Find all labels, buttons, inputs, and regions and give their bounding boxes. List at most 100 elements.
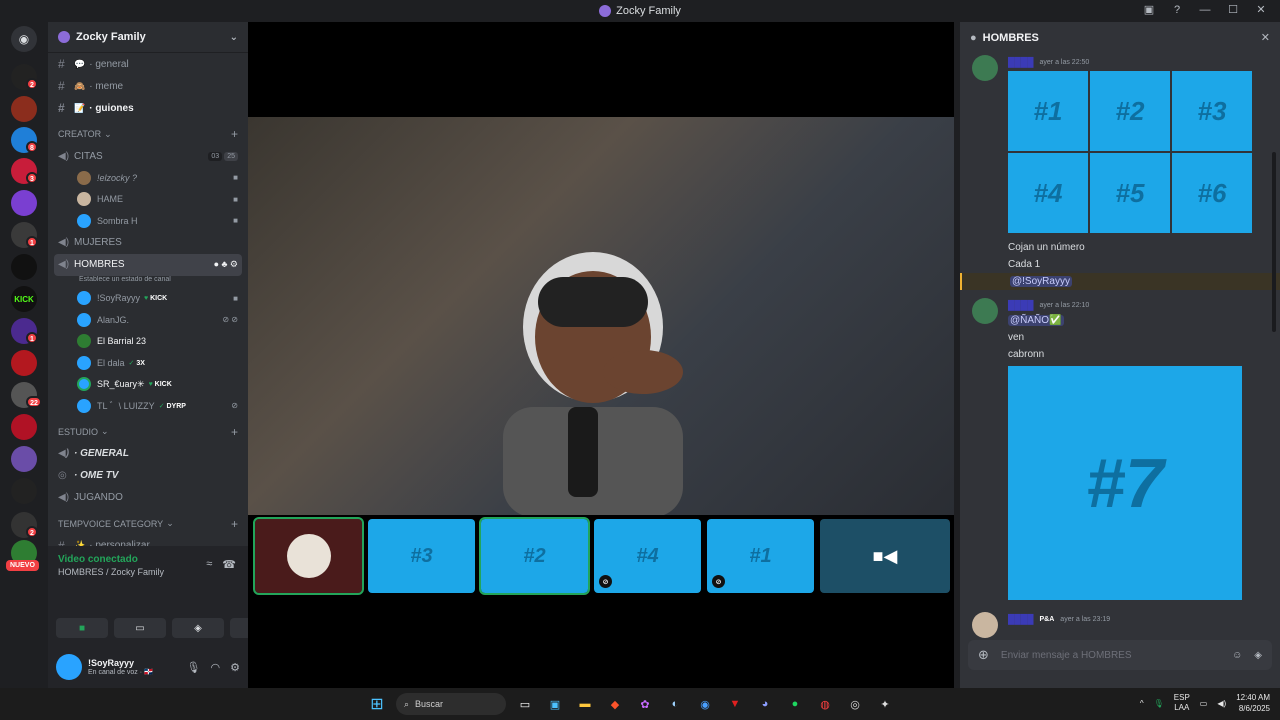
camera-button[interactable]: ■ xyxy=(56,618,108,638)
attachment-image[interactable]: #6 xyxy=(1172,153,1252,233)
main-video-feed[interactable] xyxy=(248,117,954,515)
noise-suppression-icon[interactable]: ≈ xyxy=(206,558,212,571)
maximize-button[interactable]: ☐ xyxy=(1226,3,1240,16)
headphones-icon[interactable]: ◠ xyxy=(211,661,221,674)
voice-user[interactable]: !SoyRayyy ♥ KICK ■ xyxy=(48,288,248,310)
server-icon[interactable] xyxy=(11,190,37,216)
voice-user[interactable]: SR_€uary✳ ♥ KICK xyxy=(48,374,248,396)
category-tempvoice[interactable]: TEMPVOICE CATEGORY ⌄ + xyxy=(48,513,248,535)
activities-button[interactable]: ◈ xyxy=(172,618,224,638)
attachment-image[interactable]: #7 xyxy=(1008,366,1242,600)
text-channel[interactable]: # 💬 · general xyxy=(48,53,248,75)
attachment-image[interactable]: #5 xyxy=(1090,153,1170,233)
voice-user[interactable]: AlanJG. ⊘ ⊘ xyxy=(48,309,248,331)
participant-tile[interactable]: #3 xyxy=(368,519,475,593)
file-explorer-icon[interactable]: ▬ xyxy=(574,693,596,715)
message-input[interactable]: ⊕ Enviar mensaje a HOMBRES ☺ ◈ xyxy=(968,640,1272,670)
voice-user[interactable]: El Barrial 23 xyxy=(48,331,248,353)
participant-tile[interactable]: #1 ⊘ xyxy=(707,519,814,593)
category-estudio[interactable]: ESTUDIO ⌄ + xyxy=(48,421,248,443)
window-title: Zocky Family xyxy=(616,5,681,17)
close-icon[interactable]: ✕ xyxy=(1261,31,1270,44)
copilot-icon[interactable]: ✿ xyxy=(634,693,656,715)
microphone-icon[interactable]: 🎙 xyxy=(1154,699,1164,708)
voice-user[interactable]: El dala ✓ 3X xyxy=(48,352,248,374)
chevron-up-icon[interactable]: ^ xyxy=(1140,699,1144,708)
avatar[interactable] xyxy=(972,612,998,638)
settings-gear-icon[interactable]: ⚙ xyxy=(230,661,240,674)
avatar[interactable] xyxy=(972,298,998,324)
voice-channel[interactable]: ◎ · OME TV xyxy=(48,465,248,487)
help-icon[interactable]: ? xyxy=(1170,4,1184,16)
spotify-icon[interactable]: ● xyxy=(784,693,806,715)
voice-channel[interactable]: ◀) · GENERAL xyxy=(48,443,248,465)
server-icon[interactable] xyxy=(11,414,37,440)
voice-channel-mujeres[interactable]: ◀) MUJERES xyxy=(48,232,248,254)
disconnect-icon[interactable]: ☎ xyxy=(222,558,236,571)
voice-user[interactable]: Sombra H ■ xyxy=(48,210,248,232)
app-icon[interactable]: ◉ xyxy=(694,693,716,715)
network-icon[interactable]: ▭ xyxy=(1200,699,1208,708)
server-icon[interactable] xyxy=(11,350,37,376)
user-mention[interactable]: @!SoyRayyy xyxy=(1010,276,1072,287)
user-mention[interactable]: @ÑAÑO✅ xyxy=(1008,315,1064,326)
server-icon[interactable] xyxy=(11,478,37,504)
steam-icon[interactable]: ◐ xyxy=(664,693,686,715)
participant-tile[interactable]: #2 xyxy=(479,517,590,595)
start-button-icon[interactable]: ⊞ xyxy=(366,693,388,715)
server-header[interactable]: Zocky Family ⌄ xyxy=(48,22,248,53)
participant-tile[interactable] xyxy=(253,517,364,595)
discord-icon[interactable]: ◕ xyxy=(754,693,776,715)
discord-home-icon[interactable]: ◉ xyxy=(11,26,37,52)
add-attachment-icon[interactable]: ⊕ xyxy=(978,647,989,663)
minimize-button[interactable]: — xyxy=(1198,4,1212,16)
brave-browser-icon[interactable]: ◆ xyxy=(604,693,626,715)
voice-user[interactable]: HAME ■ xyxy=(48,189,248,211)
screen-share-button[interactable]: ▭ xyxy=(114,618,166,638)
category-creator[interactable]: CREATOR ⌄ + xyxy=(48,123,248,145)
message-author[interactable]: ████ xyxy=(1008,614,1034,624)
avatar[interactable] xyxy=(56,654,82,680)
app-icon[interactable]: ▼ xyxy=(724,693,746,715)
server-icon[interactable] xyxy=(11,446,37,472)
server-icon[interactable] xyxy=(11,254,37,280)
attachment-image[interactable]: #2 xyxy=(1090,71,1170,151)
inbox-icon[interactable]: ▣ xyxy=(1142,3,1156,16)
add-channel-icon[interactable]: + xyxy=(231,425,238,439)
attachment-image[interactable]: #3 xyxy=(1172,71,1252,151)
participant-tile[interactable]: #4 ⊘ xyxy=(594,519,701,593)
emoji-icon[interactable]: ☺ xyxy=(1232,650,1242,661)
clock[interactable]: 12:40 AM 8/6/2025 xyxy=(1236,692,1270,714)
attachment-image[interactable]: #4 xyxy=(1008,153,1088,233)
text-channel[interactable]: # 📝 · guiones xyxy=(48,97,248,119)
server-icon[interactable] xyxy=(11,96,37,122)
store-icon[interactable]: ▣ xyxy=(544,693,566,715)
scrollbar[interactable] xyxy=(1272,152,1276,332)
app-icon[interactable]: ✦ xyxy=(874,693,896,715)
message-author[interactable]: ████ xyxy=(1008,57,1034,67)
app-icon[interactable]: ◍ xyxy=(814,693,836,715)
close-window-button[interactable]: ✕ xyxy=(1254,3,1268,16)
add-channel-icon[interactable]: + xyxy=(231,127,238,141)
language-indicator[interactable]: ESP LAA xyxy=(1174,693,1190,713)
camera-tile[interactable]: ■◀ xyxy=(820,519,950,593)
taskbar-search[interactable]: ⌕ Buscar xyxy=(396,693,506,715)
attachment-image[interactable]: #1 xyxy=(1008,71,1088,151)
message-author[interactable]: ████ xyxy=(1008,300,1034,310)
voice-channel-hombres[interactable]: ◀) HOMBRES ● ♣ ⚙ xyxy=(54,253,242,276)
kick-server-icon[interactable]: KICK xyxy=(11,286,37,312)
channel-actions-icon[interactable]: ● ♣ ⚙ xyxy=(214,259,238,270)
gamepad-icon[interactable]: ◈ xyxy=(1254,650,1262,661)
volume-icon[interactable]: ◀) xyxy=(1217,699,1226,708)
avatar[interactable] xyxy=(972,55,998,81)
voice-user[interactable]: !elzocky ? ■ xyxy=(48,167,248,189)
microphone-icon[interactable]: 🎙 xyxy=(187,661,201,674)
app-icon[interactable]: ◎ xyxy=(844,693,866,715)
voice-user[interactable]: TL ゛\ LUIZZY ✓ DYRP ⊘ xyxy=(48,395,248,417)
channel-status-hint[interactable]: Establece un estado de canal xyxy=(48,276,248,288)
add-channel-icon[interactable]: + xyxy=(231,517,238,531)
voice-channel[interactable]: ◀) JUGANDO xyxy=(48,487,248,509)
voice-channel-citas[interactable]: ◀) CITAS 03 25 xyxy=(48,145,248,167)
task-view-icon[interactable]: ▭ xyxy=(514,693,536,715)
text-channel[interactable]: # 🙈 · meme xyxy=(48,75,248,97)
